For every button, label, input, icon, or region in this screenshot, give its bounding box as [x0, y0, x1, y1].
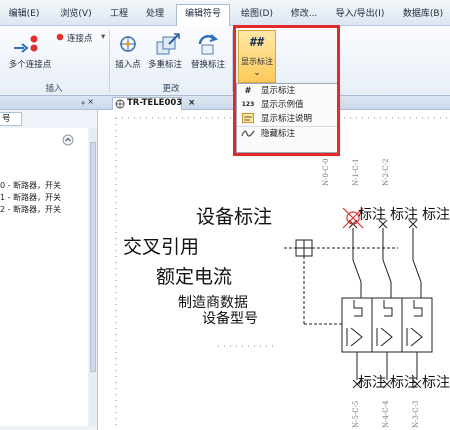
show-tag-dropdown: # 显示标注 123 显示示例值 显示标注说明 隐藏标注 [236, 83, 338, 153]
panel-header: ᵩ × [0, 96, 98, 110]
dropdown-item-hide-tag[interactable]: 隐藏标注 [237, 126, 337, 140]
panel-scrollbar[interactable] [89, 128, 97, 426]
dropdown-item-label: 显示示例值 [261, 100, 304, 110]
document-tab[interactable]: TR-TELE003 × [112, 97, 195, 110]
menu-tab-project[interactable]: 工程 [105, 5, 133, 25]
replace-tag-icon [196, 32, 220, 59]
pole-tag-text[interactable]: 标注 [358, 372, 386, 392]
hide-tag-icon [241, 128, 255, 140]
cross-reference-text[interactable]: 交叉引用 [123, 232, 199, 259]
change-group-label: 更改 [162, 84, 180, 94]
device-tag-text[interactable]: 设备标注 [196, 202, 272, 229]
pole-tag-text[interactable]: 标注 [422, 372, 450, 392]
panel-tab[interactable]: 号 [0, 112, 22, 126]
document-tab-label: TR-TELE003 [127, 98, 183, 108]
menu-bar: 编辑(E) 浏览(V) 工程 处理 编辑符号 绘图(D) 修改... 导入/导出… [0, 0, 450, 27]
pin-close-icon[interactable]: ᵩ × [81, 97, 94, 106]
pole-tag-text[interactable]: 标注 [390, 372, 418, 392]
insert-group-label: 插入 [45, 84, 63, 94]
tree-item[interactable]: 2 - 断路器，开关 [0, 204, 61, 215]
hash-icon: # [244, 86, 252, 95]
terminal-label: N-2-C-2 [382, 158, 390, 186]
menu-tab-edit-symbol[interactable]: 编辑符号 [176, 4, 230, 27]
show-tag-label: 显示标注 [241, 57, 273, 66]
terminal-label: N-0-C-0 [322, 158, 330, 186]
multi-tag-button[interactable]: 多重标注 [146, 58, 184, 70]
menu-tab-view[interactable]: 浏览(V) [55, 5, 97, 25]
terminal-label: N-4-C-4 [382, 400, 390, 428]
dropdown-item-label: 显示标注 [261, 86, 296, 96]
replace-tag-button[interactable]: 替换标注 [188, 58, 228, 70]
dropdown-item-label: 隐藏标注 [261, 129, 296, 139]
drawing-canvas[interactable]: 设备标注 交叉引用 额定电流 制造商数据 设备型号 标注 标注 标注 标注 标注… [98, 110, 450, 430]
terminal-label: N-1-C-1 [352, 158, 360, 186]
connect-point-icon [12, 35, 40, 56]
close-icon[interactable]: × [188, 98, 195, 108]
pole-tag-text[interactable]: 标注 [358, 204, 386, 224]
insert-point-button[interactable]: 插入点 [112, 58, 144, 70]
connect-point-small-icon [56, 33, 64, 44]
multi-tag-icon [155, 32, 181, 59]
menu-tab-database[interactable]: 数据库(B) [398, 5, 448, 25]
menu-tab-edit[interactable]: 编辑(E) [2, 5, 46, 25]
number-icon: 123 [241, 101, 255, 108]
tree-item[interactable]: 0 - 断路器，开关 [0, 180, 61, 191]
pole-tag-text[interactable]: 标注 [422, 204, 450, 224]
dropdown-item-show-description[interactable]: 显示标注说明 [237, 112, 337, 126]
connect-point-button[interactable]: 连接点 [67, 32, 93, 44]
menu-tab-modify[interactable]: 修改... [286, 5, 322, 25]
tree-view: 0 - 断路器，开关 1 - 断路器，开关 2 - 断路器，开关 [0, 128, 88, 426]
multi-connect-point-button[interactable]: 多个连接点 [1, 58, 59, 70]
menu-tab-process[interactable]: 处理 [141, 5, 169, 25]
left-panel: ᵩ × 号 0 - 断路器，开关 1 - 断路器，开关 2 - 断路器，开关 [0, 96, 98, 430]
rated-current-text[interactable]: 额定电流 [156, 262, 232, 289]
connect-point-dropdown-icon[interactable]: ▾ [101, 32, 105, 42]
insert-point-icon [118, 34, 138, 57]
scrollbar-thumb[interactable] [90, 142, 96, 372]
group-divider-2 [232, 30, 233, 92]
dropdown-item-label: 显示标注说明 [261, 114, 313, 124]
description-icon [241, 113, 255, 125]
pole-tag-text[interactable]: 标注 [390, 204, 418, 224]
dropdown-item-show-example[interactable]: 123 显示示例值 [237, 98, 337, 112]
device-model-text[interactable]: 设备型号 [202, 308, 258, 328]
tree-item[interactable]: 1 - 断路器，开关 [0, 192, 61, 203]
terminal-label: N-3-C-3 [412, 400, 420, 428]
ribbon: 连接点 ▾ 多个连接点 插入 插入点 多重标注 替换标注 更改 [0, 26, 450, 96]
chevron-down-icon[interactable]: ⌄ [239, 68, 275, 78]
menu-tab-draw[interactable]: 绘图(D) [236, 5, 278, 25]
hash-icon: ## [249, 35, 265, 49]
collapse-icon[interactable] [62, 134, 74, 149]
show-tag-button[interactable]: ## 显示标注 ⌄ [238, 30, 276, 83]
dropdown-item-show-tag[interactable]: # 显示标注 [237, 84, 337, 98]
application-window: 编辑(E) 浏览(V) 工程 处理 编辑符号 绘图(D) 修改... 导入/导出… [0, 0, 450, 430]
menu-tab-import-export[interactable]: 导入/导出(I) [330, 5, 390, 25]
terminal-label: N-5-C-5 [352, 400, 360, 428]
